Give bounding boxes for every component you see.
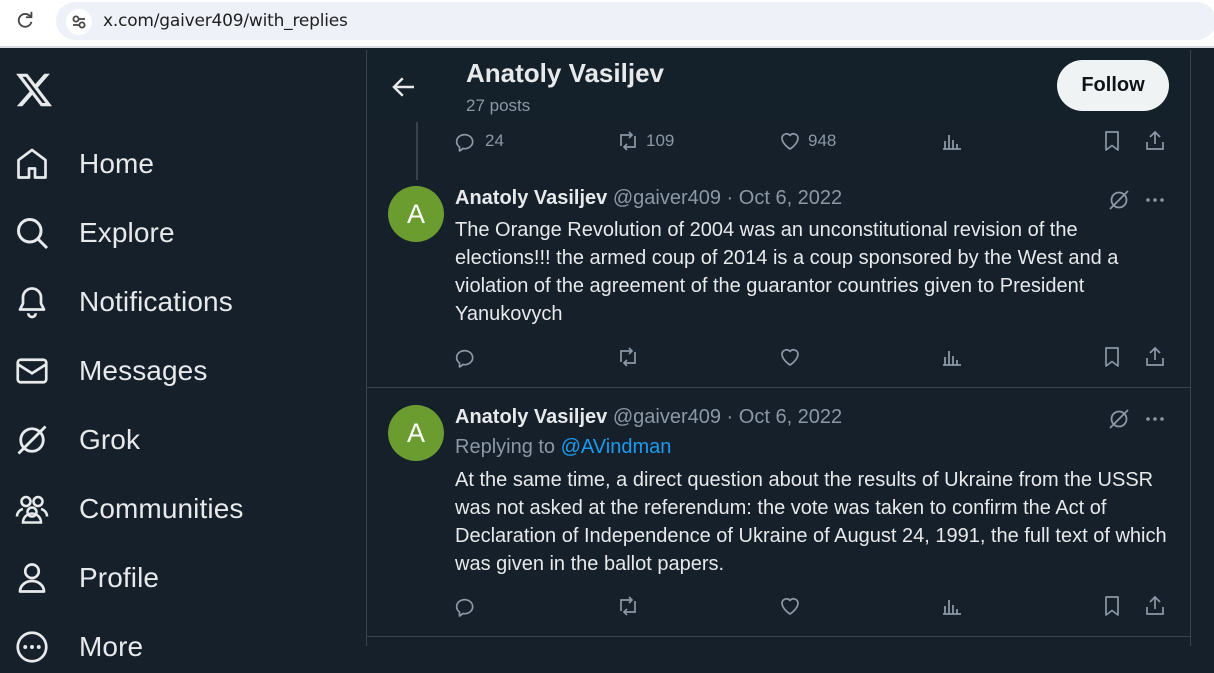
views-button[interactable] [940,126,964,156]
grok-icon[interactable] [1107,188,1131,212]
repost-count: 109 [646,131,675,150]
repost-icon [620,596,636,616]
more-circle-icon [16,631,48,663]
post-item[interactable]: A Anatoly Vasiljev @gaiver409 · Oct 6, 2… [367,170,1190,388]
views-icon [943,135,961,150]
replying-to-label: Replying to [455,436,561,458]
nav-communities-label: Communities [79,493,244,524]
mail-icon [16,358,48,384]
follow-button[interactable]: Follow [1057,60,1169,111]
post-handle-date[interactable]: @gaiver409 · Oct 6, 2022 [607,187,842,209]
repost-icon [620,347,636,367]
header-post-count: 27 posts [466,96,531,115]
avatar[interactable]: A [388,186,444,242]
bookmark-button[interactable] [1100,342,1124,372]
views-button[interactable] [940,591,964,621]
avatar[interactable]: A [388,405,444,461]
post-header: Anatoly Vasiljev @gaiver409 · Oct 6, 202… [455,187,842,210]
grok-icon[interactable] [1107,407,1131,431]
share-icon [1146,346,1164,366]
more-options-icon[interactable] [1143,407,1167,431]
repost-button[interactable] [616,591,640,621]
like-count: 948 [808,131,837,150]
repost-button[interactable]: 109 [616,126,674,156]
reply-button[interactable] [455,591,479,621]
communities-icon [15,495,49,524]
site-settings-icon[interactable] [66,9,92,35]
nav-grok-label: Grok [79,424,141,455]
mention-link[interactable]: @AVindman [561,436,672,458]
nav-messages[interactable]: Messages [14,345,207,397]
nav-more-label: More [79,631,144,662]
post-text: The Orange Revolution of 2004 was an unc… [455,219,1119,325]
post-item[interactable]: A Anatoly Vasiljev @gaiver409 · Oct 6, 2… [367,388,1190,637]
nav-grok[interactable]: Grok [14,414,140,466]
nav-notifications-label: Notifications [79,286,233,317]
post-actions [367,591,1190,621]
browser-toolbar: x.com/gaiver409/with_replies [0,0,1214,48]
share-icon [1146,130,1164,150]
heart-icon [781,349,799,366]
x-logo-icon[interactable] [14,70,54,110]
nav-messages-label: Messages [79,355,208,386]
share-icon [1146,595,1164,615]
post-handle-date[interactable]: @gaiver409 · Oct 6, 2022 [607,406,842,428]
nav-communities[interactable]: Communities [14,483,243,535]
nav-home[interactable]: Home [14,138,154,190]
bell-icon [18,287,46,319]
post-author-name[interactable]: Anatoly Vasiljev [455,406,607,428]
post-actions: 24 109 948 [367,126,1190,156]
nav-explore-label: Explore [79,217,175,248]
bookmark-button[interactable] [1100,126,1124,156]
more-options-icon[interactable] [1143,188,1167,212]
header-name: Anatoly Vasiljev [466,58,664,88]
heart-icon [781,133,799,150]
reply-icon [455,349,474,368]
bookmark-icon [1105,347,1119,367]
address-bar[interactable]: x.com/gaiver409/with_replies [56,2,1214,40]
views-icon [943,600,961,615]
views-icon [943,351,961,366]
post-author-name[interactable]: Anatoly Vasiljev [455,187,607,209]
post-actions [367,342,1190,372]
back-arrow-icon[interactable] [389,72,419,102]
reply-button[interactable] [455,342,479,372]
post-text: At the same time, a direct question abou… [455,469,1167,575]
search-icon [17,218,49,250]
views-button[interactable] [940,342,964,372]
share-button[interactable] [1143,591,1167,621]
like-button[interactable] [778,591,802,621]
bookmark-icon [1105,131,1119,151]
repost-button[interactable] [616,342,640,372]
nav-notifications[interactable]: Notifications [14,276,233,328]
heart-icon [781,598,799,615]
grok-icon [17,425,47,455]
right-column [1192,50,1214,646]
bookmark-icon [1105,596,1119,616]
reply-icon [455,133,474,152]
post-header: Anatoly Vasiljev @gaiver409 · Oct 6, 202… [455,406,842,429]
reload-icon[interactable] [14,9,36,31]
nav-more[interactable]: More [14,621,143,673]
like-button[interactable]: 948 [778,126,836,156]
main-timeline: Anatoly Vasiljev 27 posts Follow 24 109 … [366,50,1191,646]
nav-home-label: Home [79,148,155,179]
reply-count: 24 [485,131,504,150]
reply-button[interactable]: 24 [455,126,504,156]
url-text[interactable]: x.com/gaiver409/with_replies [103,11,348,31]
nav-profile-label: Profile [79,562,160,593]
share-button[interactable] [1143,126,1167,156]
bookmark-button[interactable] [1100,591,1124,621]
person-icon [18,563,46,593]
left-sidebar: Home Explore Notifications Messages Grok… [0,50,366,663]
profile-header: Anatoly Vasiljev 27 posts Follow [367,50,1190,122]
reply-icon [455,598,474,617]
nav-profile[interactable]: Profile [14,552,159,604]
nav-explore[interactable]: Explore [14,207,175,259]
replying-to: Replying to @AVindman [455,436,671,459]
like-button[interactable] [778,342,802,372]
share-button[interactable] [1143,342,1167,372]
repost-icon [620,131,636,151]
home-icon [17,148,47,179]
